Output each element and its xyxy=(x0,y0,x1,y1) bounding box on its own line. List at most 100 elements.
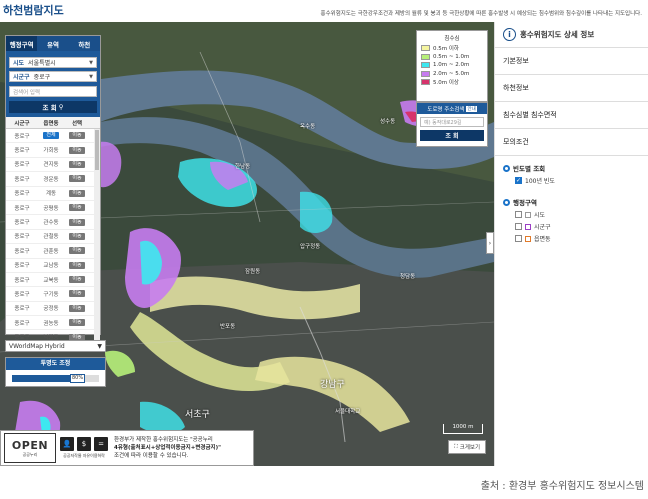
move-button[interactable]: 이동 xyxy=(69,276,85,284)
tab-river[interactable]: 하천 xyxy=(69,36,100,51)
section-simulation[interactable]: 모의조건 xyxy=(495,129,648,156)
table-row[interactable]: 종로구 관수동 이동 xyxy=(6,215,100,230)
move-button[interactable]: 이동 xyxy=(69,146,85,154)
row-dong: 공평동 xyxy=(38,204,64,212)
admin-option-label: 시군구 xyxy=(534,224,551,231)
tab-admin-region[interactable]: 행정구역 xyxy=(6,36,38,51)
checkbox-icon[interactable] xyxy=(515,223,522,230)
move-button[interactable]: 이동 xyxy=(69,290,85,298)
col-sigungu: 시군구 xyxy=(14,120,30,127)
page-description: 홍수위험지도는 극한강우조건과 제방의 월류 및 붕괴 등 극한상황에 따른 홍… xyxy=(320,11,642,17)
admin-option[interactable]: 읍면동 xyxy=(515,234,640,243)
tab-basin[interactable]: 유역 xyxy=(37,36,68,51)
search-button[interactable]: 조 회 ⚲ xyxy=(9,101,97,113)
source-caption: 출처 : 환경부 홍수위험지도 정보시스템 xyxy=(480,481,644,492)
move-button[interactable]: 이동 xyxy=(69,189,85,197)
frequency-option-label: 100년 빈도 xyxy=(525,178,555,185)
table-row[interactable]: 종로구 공평동 이동 xyxy=(6,201,100,216)
copyright-line: 환경부가 제작한 홍수위험지도는 "공공누리 xyxy=(114,437,213,443)
admin-option[interactable]: 시군구 xyxy=(515,222,640,231)
transparency-control: 투명도 조정 80% xyxy=(5,357,106,387)
table-row[interactable]: 종로구 교남동 이동 xyxy=(6,259,100,273)
address-search-title: 도로명 주소검색 xyxy=(427,106,465,113)
radio-icon xyxy=(503,164,510,172)
table-row[interactable]: 종로구 권농동 이동 xyxy=(6,316,100,331)
panel-toggle-button[interactable]: › xyxy=(486,232,494,254)
move-button[interactable]: 이동 xyxy=(69,261,85,269)
row-dong-text: 공평동 xyxy=(43,205,59,212)
row-dong: 교북동 xyxy=(38,276,64,284)
address-search-header: 도로명 주소검색 안내 xyxy=(417,103,487,114)
scrollbar-thumb[interactable] xyxy=(95,130,99,170)
kogl-logo: OPEN 공공누리 xyxy=(4,433,56,463)
table-row[interactable]: 종로구 교북동 이동 xyxy=(6,273,100,288)
row-select: 이동 xyxy=(64,218,90,226)
slider-value: 80% xyxy=(69,374,86,383)
row-dong-text: 관훈동 xyxy=(43,248,59,255)
row-dong-text: 견지동 xyxy=(43,162,59,169)
move-button[interactable]: 이동 xyxy=(69,175,85,183)
move-button[interactable]: 이동 xyxy=(69,204,85,212)
row-dong-text: 가회동 xyxy=(43,148,59,155)
fullscreen-button[interactable]: ⛶ 크게보기 xyxy=(448,440,486,454)
row-select: 이동 xyxy=(64,204,90,212)
move-button[interactable]: 이동 xyxy=(69,319,85,327)
row-select: 이동 xyxy=(64,304,90,312)
checkbox-checked-icon[interactable]: ✓ xyxy=(515,177,522,184)
map-label: 반포동 xyxy=(220,324,236,330)
row-dong: 교남동 xyxy=(38,261,64,269)
table-row[interactable]: 종로구 계동 이동 xyxy=(6,187,100,201)
table-header: 시군구 읍면동 선택 xyxy=(6,117,100,129)
row-select: 이동 xyxy=(64,146,90,154)
row-dong-text: 구기동 xyxy=(43,291,59,298)
guide-badge[interactable]: 안내 xyxy=(466,105,477,112)
scale-bar: 1000 m xyxy=(443,424,483,434)
table-row[interactable]: 종로구 가회동 이동 xyxy=(6,143,100,158)
row-sigungu: 종로구 xyxy=(14,234,30,241)
row-dong: 관수동 xyxy=(38,218,64,226)
search-input[interactable]: 검색어 입력 xyxy=(9,86,97,97)
search-icon: ⚲ xyxy=(58,103,64,111)
table-row[interactable]: 종로구 관훈동 이동 xyxy=(6,244,100,259)
row-sigungu: 종로구 xyxy=(14,148,30,155)
move-button[interactable]: 이동 xyxy=(69,218,85,226)
sigungu-value: 중로구 xyxy=(33,74,51,81)
table-row[interactable]: 종로구 경운동 이동 xyxy=(6,172,100,187)
move-button[interactable]: 이동 xyxy=(69,304,85,312)
checkbox-icon[interactable] xyxy=(515,211,522,218)
move-button[interactable]: 이동 xyxy=(69,160,85,168)
basemap-select[interactable]: VWorldMap Hybrid ▼ xyxy=(5,340,106,352)
radio-icon xyxy=(503,198,510,206)
table-row[interactable]: 종로구 관철동 이동 xyxy=(6,230,100,245)
region-search-panel: 행정구역 유역 하천 시도 서울특별시 ▼ 시군구 중로구 ▼ 검색어 입력 조… xyxy=(5,35,101,349)
sigungu-select[interactable]: 시군구 중로구 ▼ xyxy=(9,71,97,82)
admin-section: 행정구역 시도 시군구 읍면동 xyxy=(495,185,648,243)
row-select: 이동 xyxy=(64,261,90,269)
row-select: 이동 xyxy=(64,189,90,197)
row-dong-text: 전체 xyxy=(43,132,59,140)
table-row[interactable]: 종로구 견지동 이동 xyxy=(6,158,100,173)
section-river-info[interactable]: 하천정보 xyxy=(495,75,648,102)
frequency-option[interactable]: ✓ 100년 빈도 xyxy=(515,176,640,185)
checkbox-icon[interactable] xyxy=(515,235,522,242)
section-basic-info[interactable]: 기본정보 xyxy=(495,48,648,75)
move-button[interactable]: 이동 xyxy=(69,247,85,255)
sido-select[interactable]: 시도 서울특별시 ▼ xyxy=(9,57,97,68)
list-scrollbar[interactable] xyxy=(94,129,100,349)
legend-label: 5.0m 이상 xyxy=(433,80,459,87)
address-search-button[interactable]: 조 회 xyxy=(420,130,484,141)
row-dong: 궁정동 xyxy=(38,304,64,312)
address-input[interactable]: 예) 동작대로29길 xyxy=(420,117,484,127)
move-button[interactable]: 이동 xyxy=(69,232,85,240)
transparency-slider[interactable]: 80% xyxy=(12,374,99,383)
row-dong: 권농동 xyxy=(38,319,64,327)
section-flood-area[interactable]: 침수심별 침수면적 xyxy=(495,102,648,129)
flood-map[interactable]: 압구정동 서울대학교 성수동 청담동 강남구 서초구 잠원동 반포동 한남동 옥… xyxy=(0,22,494,466)
row-dong-text: 권농동 xyxy=(43,320,59,327)
move-button[interactable]: 이동 xyxy=(69,132,85,140)
table-row[interactable]: 종로구 궁정동 이동 xyxy=(6,302,100,317)
admin-option[interactable]: 시도 xyxy=(515,210,640,219)
table-row[interactable]: 종로구 구기동 이동 xyxy=(6,287,100,302)
legend-item: 1.0m ~ 2.0m xyxy=(421,61,483,70)
table-row[interactable]: 종로구 전체 이동 xyxy=(6,129,100,144)
